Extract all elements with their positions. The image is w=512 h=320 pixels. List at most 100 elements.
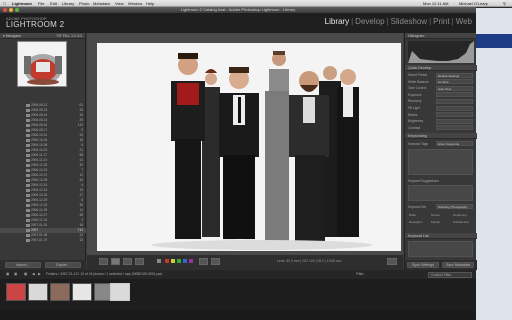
quick-develop-header[interactable]: Quick Develop xyxy=(405,65,477,71)
import-button[interactable]: Import... xyxy=(5,262,41,268)
folder-name: 2006-10-08 xyxy=(31,143,48,147)
color-label-blue[interactable] xyxy=(183,259,187,263)
keyword-set-item[interactable]: Bride xyxy=(409,213,416,217)
zoom-fit[interactable]: FIT xyxy=(57,34,62,38)
navigator-preview[interactable] xyxy=(17,41,67,87)
filmstrip xyxy=(0,279,476,310)
keyword-set-dropdown[interactable]: Wedding Photography xyxy=(436,204,473,209)
module-web[interactable]: Web xyxy=(456,17,472,26)
grid-view-button[interactable] xyxy=(99,258,108,265)
survey-view-button[interactable] xyxy=(135,258,144,265)
filmstrip-thumbnail[interactable] xyxy=(50,283,70,301)
folder-icon xyxy=(26,144,30,147)
keyword-set-item[interactable]: Groom xyxy=(431,213,440,217)
quick-develop-control[interactable] xyxy=(436,98,473,104)
filmstrip-thumbnail-selected[interactable] xyxy=(110,283,130,301)
sync-metadata-button[interactable]: Sync Metadata xyxy=(442,262,474,268)
zoom-options: FIT FILL 1:1 3:1 xyxy=(57,33,82,39)
custom-filter-dropdown[interactable]: Custom Filter xyxy=(428,271,472,278)
minimize-window-button[interactable] xyxy=(9,8,13,12)
quick-develop-label: Quick Develop xyxy=(408,66,432,70)
quick-develop-label: Recovery xyxy=(408,99,422,104)
histogram-header[interactable]: Histogram xyxy=(405,33,476,39)
zoom-window-button[interactable] xyxy=(15,8,19,12)
quick-develop-control[interactable] xyxy=(436,92,473,98)
folder-icon xyxy=(26,164,30,167)
main-photo[interactable] xyxy=(97,43,401,251)
zoom-1-1[interactable]: 1:1 xyxy=(71,34,76,38)
menu-library[interactable]: Library xyxy=(62,0,74,7)
menu-edit[interactable]: Edit xyxy=(50,0,57,7)
histogram-label: Histogram xyxy=(408,34,425,38)
quick-develop-control[interactable] xyxy=(436,105,473,111)
folder-icon xyxy=(26,194,30,197)
zoom-fill[interactable]: FILL xyxy=(63,34,70,38)
color-label-red[interactable] xyxy=(165,259,169,263)
zoom-3-1[interactable]: 3:1 xyxy=(77,34,82,38)
brand-name: LIGHTROOM 2 xyxy=(6,20,65,29)
module-develop[interactable]: Develop xyxy=(355,17,384,26)
quick-develop-label: Exposure xyxy=(408,92,422,97)
quick-develop-control[interactable] xyxy=(436,118,473,124)
color-label-yellow[interactable] xyxy=(171,259,175,263)
left-panel-buttons: Import... Export... xyxy=(0,260,86,270)
keyword-set-item[interactable]: Architecture xyxy=(453,220,469,224)
quick-develop-control[interactable] xyxy=(436,112,473,118)
module-print[interactable]: Print xyxy=(433,17,449,26)
menu-view[interactable]: View xyxy=(115,0,124,7)
filmstrip-bar: ▣ ▣ ▦ ◀ ▶ Folders / 2007-01-13 / 10 of 4… xyxy=(0,270,476,279)
forward-arrow-icon[interactable]: ▶ xyxy=(38,270,41,279)
keyword-list-header[interactable]: Keyword List xyxy=(405,233,477,239)
keyword-tags-label: Keyword Tags xyxy=(408,142,428,146)
filmstrip-thumbnail[interactable] xyxy=(6,283,26,301)
quick-develop-control[interactable]: As Shot xyxy=(436,79,473,85)
flag-icon[interactable] xyxy=(157,259,161,263)
menu-metadata[interactable]: Metadata xyxy=(93,0,110,7)
display-2-icon[interactable]: ▣ xyxy=(14,270,17,279)
color-label-purple[interactable] xyxy=(189,259,193,263)
module-slideshow[interactable]: Slideshow xyxy=(391,17,427,26)
quick-develop-control[interactable]: Auto Tone xyxy=(436,85,473,91)
keyword-entry-box[interactable] xyxy=(408,149,473,175)
identity-bar: ADOBE PHOTOSHOP LIGHTROOM 2 Library | Deve… xyxy=(0,13,476,33)
module-library[interactable]: Library xyxy=(325,17,349,26)
back-arrow-icon[interactable]: ◀ xyxy=(32,270,35,279)
grid-icon[interactable]: ▦ xyxy=(24,270,27,279)
keyword-set-item[interactable]: Reception xyxy=(409,220,423,224)
menu-file[interactable]: File xyxy=(38,0,44,7)
display-1-icon[interactable]: ▣ xyxy=(6,270,9,279)
filmstrip-thumbnail[interactable] xyxy=(28,283,48,301)
module-separator: | xyxy=(351,17,354,26)
menu-app[interactable]: Lightroom xyxy=(12,0,32,7)
navigator-header[interactable]: ▾ Navigator FIT FILL 1:1 3:1 xyxy=(0,33,85,39)
quick-develop-label: Tone Control xyxy=(408,86,427,91)
toolbar-menu-button[interactable] xyxy=(387,258,397,265)
keywording-label: Keywording xyxy=(408,134,427,138)
compare-view-button[interactable] xyxy=(123,258,132,265)
rotate-left-button[interactable] xyxy=(199,258,208,265)
menu-window[interactable]: Window xyxy=(128,0,142,7)
sync-settings-button[interactable]: Sync Settings xyxy=(407,262,439,268)
quick-develop-control[interactable]: Default Settings xyxy=(436,72,473,78)
close-window-button[interactable] xyxy=(3,8,7,12)
menubar-user[interactable]: Michael O'Leary xyxy=(459,0,488,7)
rotate-right-button[interactable] xyxy=(211,258,220,265)
export-button[interactable]: Export... xyxy=(45,262,81,268)
folder-row[interactable]: 2007-01-07 13 xyxy=(0,238,86,243)
spotlight-icon[interactable]: ⚲ xyxy=(503,0,506,7)
keyword-tags-dropdown[interactable]: Enter Keywords xyxy=(436,141,473,146)
menu-photo[interactable]: Photo xyxy=(79,0,89,7)
keyword-set-item[interactable]: Family xyxy=(431,220,440,224)
menubar-clock[interactable]: Mon 12:11 AM xyxy=(423,0,449,7)
filmstrip-path[interactable]: Folders / 2007-01-13 / 10 of 42 photos /… xyxy=(46,270,162,279)
quick-develop-control[interactable] xyxy=(436,125,473,131)
module-picker: Library | Develop | Slideshow | Print | Web xyxy=(325,17,472,26)
apple-icon[interactable]:  xyxy=(3,0,6,7)
folder-name: 2006-12-09 xyxy=(31,178,48,182)
keywording-header[interactable]: Keywording xyxy=(405,133,477,139)
loupe-view-button[interactable] xyxy=(111,258,120,265)
filmstrip-thumbnail[interactable] xyxy=(72,283,92,301)
keyword-set-item[interactable]: Ceremony xyxy=(453,213,467,217)
color-label-green[interactable] xyxy=(177,259,181,263)
menu-help[interactable]: Help xyxy=(146,0,154,7)
